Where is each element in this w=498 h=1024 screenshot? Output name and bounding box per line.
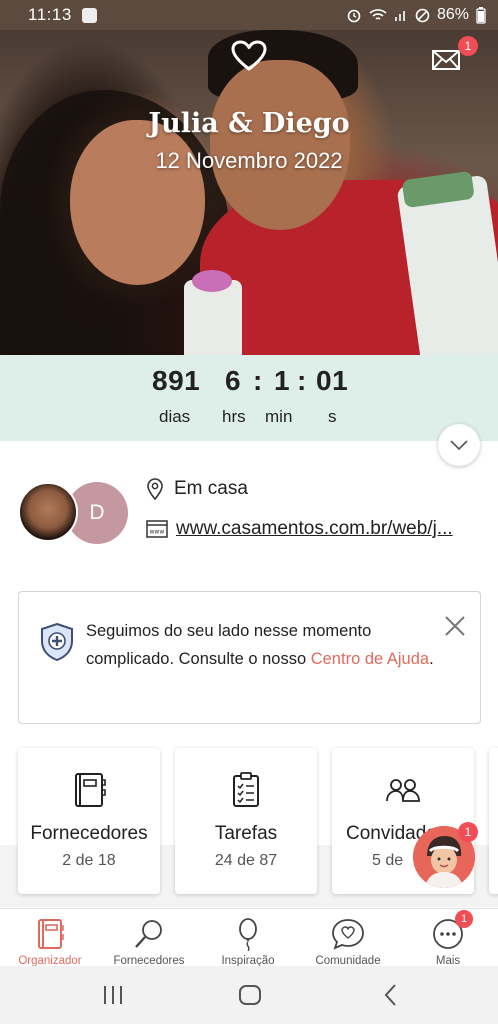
close-icon[interactable] (443, 614, 467, 638)
signal-icon (394, 11, 405, 21)
countdown-days: 891 (152, 365, 201, 396)
alert-text-end: . (429, 650, 434, 668)
card-title: Tarefas (214, 823, 278, 844)
card-count: 2 de 18 (62, 852, 116, 869)
help-center-alert: Seguimos do seu lado nesse momento compl… (18, 591, 481, 724)
wifi-icon (369, 9, 387, 20)
nav-mais[interactable]: Mais (398, 909, 498, 967)
card-tarefas[interactable]: Tarefas 24 de 87 (175, 748, 317, 894)
status-indicators: 86% (346, 6, 486, 24)
system-navigation-bar (0, 966, 498, 1024)
chevron-down-icon (450, 440, 468, 450)
do-not-disturb-icon (415, 8, 430, 22)
countdown-minutes: 1 (274, 365, 291, 396)
svg-text:www: www (150, 529, 165, 536)
alert-message: Seguimos do seu lado nesse momento compl… (86, 617, 441, 673)
couple-names: Julia & Diego (148, 108, 350, 139)
status-bar: 11:13 86% (0, 0, 498, 30)
partner-avatar-photo[interactable] (18, 482, 78, 542)
recent-apps-icon[interactable] (100, 982, 126, 1008)
countdown-hours: 6 (225, 365, 242, 396)
countdown-seconds: 01 (316, 365, 349, 396)
wedding-countdown: 891 6 : 1 : 01 dias hrs min s (0, 355, 498, 441)
battery-icon (476, 6, 486, 24)
location-row[interactable]: Em casa (146, 478, 248, 500)
wedding-website-link[interactable]: www.casamentos.com.br/web/j... (176, 518, 453, 540)
inbox-badge: 1 (458, 36, 478, 56)
countdown-minutes-label: min (265, 407, 293, 426)
back-icon[interactable] (378, 982, 404, 1008)
inbox-mail-icon[interactable] (431, 48, 461, 72)
couple-photo-header: 1 Julia & Diego 12 Novembro 2022 (0, 30, 498, 360)
nav-fornecedores[interactable]: Fornecedores (99, 909, 199, 967)
nav-organizador[interactable]: Organizador (0, 909, 100, 967)
checklist-icon (233, 772, 259, 807)
card-fornecedores[interactable]: Fornecedores 2 de 18 (18, 748, 160, 894)
nav-inspiracao[interactable]: Inspiração (198, 909, 298, 967)
countdown-separator: : (297, 365, 307, 396)
heart-logo-icon (231, 40, 267, 71)
notification-app-icon (81, 7, 97, 23)
expand-details-button[interactable] (438, 424, 480, 466)
health-shield-icon (41, 622, 73, 662)
magnifier-icon (135, 920, 162, 948)
home-icon[interactable] (237, 982, 263, 1008)
organizer-icon (38, 919, 64, 949)
location-text: Em casa (174, 478, 248, 499)
assistant-badge: 1 (458, 822, 478, 842)
chat-heart-icon (332, 919, 364, 950)
next-card-peek[interactable] (489, 748, 498, 894)
countdown-seconds-label: s (328, 407, 337, 426)
balloon-icon (239, 918, 257, 951)
battery-level: 86% (436, 6, 469, 23)
notebook-icon (75, 773, 106, 807)
more-badge: 1 (455, 910, 473, 928)
help-center-link[interactable]: Centro de Ajuda (311, 650, 429, 668)
guests-icon (386, 779, 420, 802)
wedding-website-row[interactable]: www www.casamentos.com.br/web/j... (146, 518, 491, 540)
nav-comunidade[interactable]: Comunidade (298, 909, 398, 967)
countdown-hours-label: hrs (222, 407, 246, 426)
countdown-days-label: dias (159, 407, 191, 426)
status-time: 11:13 (28, 5, 72, 24)
alarm-icon (347, 9, 361, 23)
browser-window-icon: www (146, 520, 168, 538)
location-pin-icon (147, 478, 163, 500)
bottom-navigation: Organizador Fornecedores Inspiração Comu… (0, 908, 498, 967)
wedding-date: 12 Novembro 2022 (155, 148, 343, 173)
card-count: 24 de 87 (214, 852, 278, 869)
card-title: Fornecedores (30, 823, 148, 844)
countdown-separator: : (253, 365, 263, 396)
